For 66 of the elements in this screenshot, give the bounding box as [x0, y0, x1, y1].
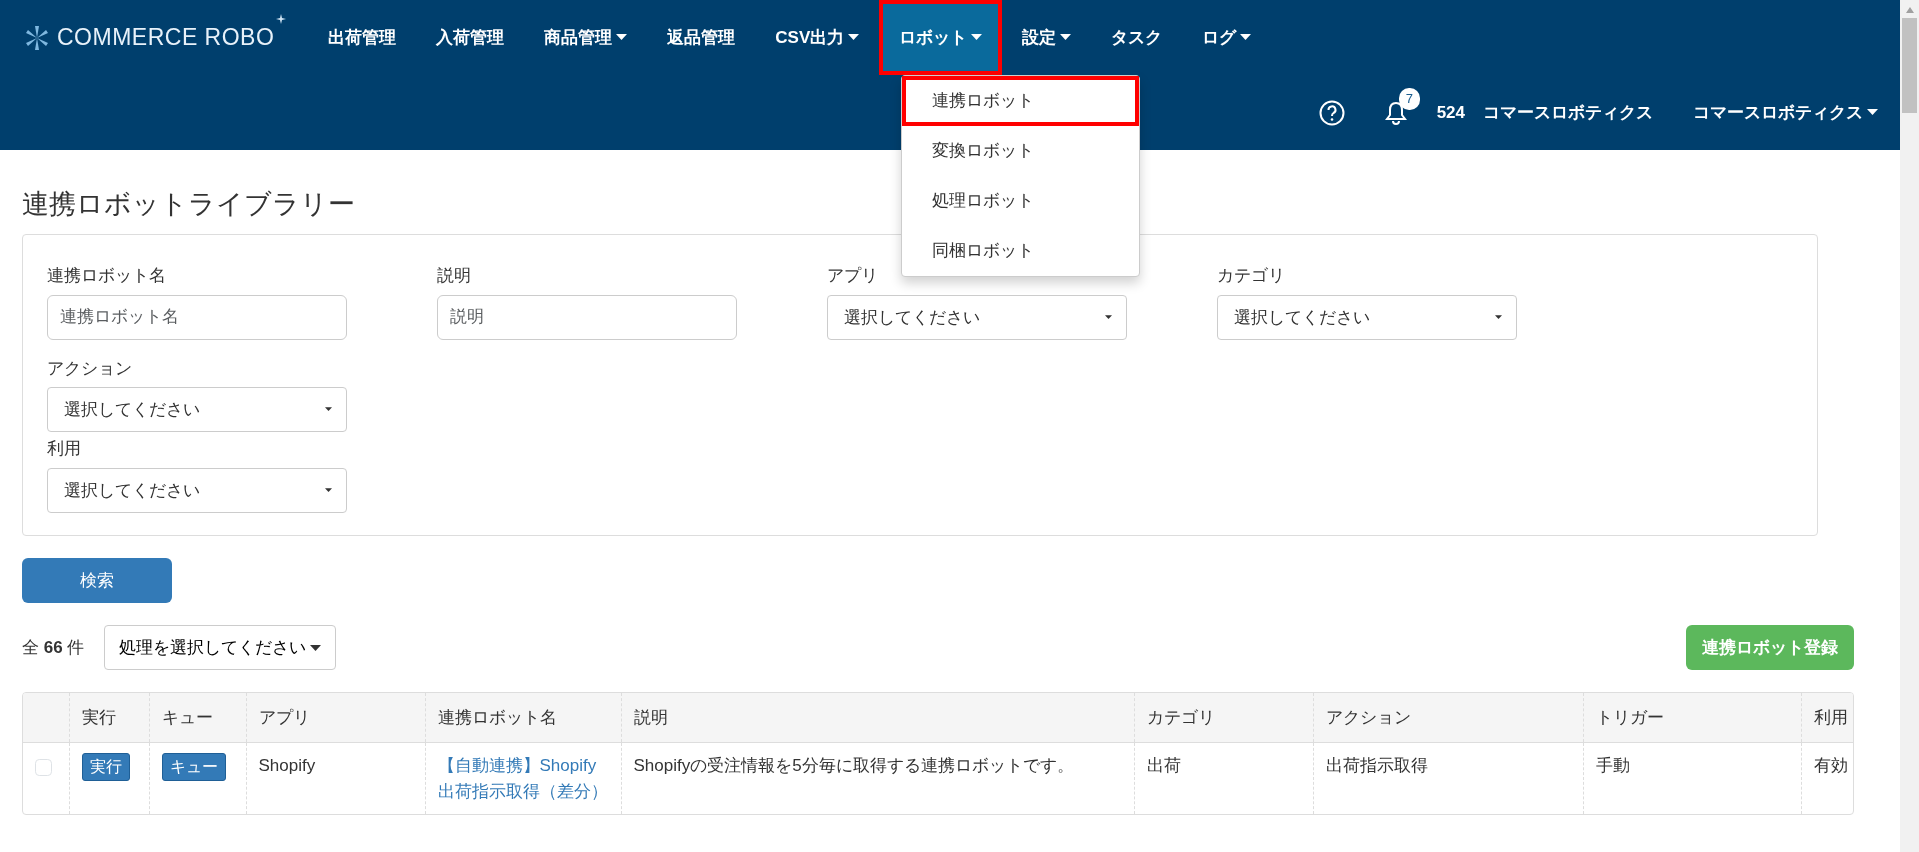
notification-badge: 7 — [1398, 88, 1420, 110]
robot-name-link[interactable]: 【自動連携】Shopify 出荷指示取得（差分） — [437, 753, 609, 805]
column-header: カテゴリ — [1134, 692, 1313, 743]
nav-link[interactable]: ロボット — [879, 0, 1003, 75]
caret-icon — [325, 407, 332, 413]
select-field[interactable]: 選択してください — [1217, 294, 1517, 340]
user-menu[interactable]: コマースロボティクス — [1693, 99, 1878, 126]
caret-icon — [1105, 314, 1112, 320]
caret-icon — [325, 487, 332, 493]
input-field[interactable]: 説明 — [437, 294, 737, 340]
nav-link[interactable]: ログ — [1182, 0, 1272, 75]
table-cell: 出荷指示取得 — [1313, 742, 1583, 815]
table-cell: Shopify — [246, 742, 425, 815]
dropdown-item[interactable]: 処理ロボット — [902, 176, 1139, 226]
field-label: 連携ロボット名 — [47, 265, 167, 288]
nav-link[interactable]: 入荷管理 — [416, 0, 525, 75]
field-label: アプリ — [827, 265, 879, 288]
column-header: 連携ロボット名 — [425, 692, 621, 743]
queue-button[interactable]: キュー — [161, 753, 226, 782]
select-field[interactable]: 選択してください — [47, 467, 347, 513]
run-button[interactable]: 実行 — [81, 753, 130, 782]
column-header: キュー — [149, 692, 246, 743]
nav-link[interactable]: CSV出力 — [755, 0, 880, 75]
table-cell: 手動 — [1583, 742, 1801, 815]
account-id: 524 — [1436, 101, 1465, 124]
caret-icon — [1495, 314, 1502, 320]
sparkle-icon — [276, 14, 287, 25]
column-header: トリガー — [1583, 692, 1801, 743]
field-label: 説明 — [437, 265, 472, 288]
nav-link[interactable]: 出荷管理 — [308, 0, 417, 75]
column-header: アプリ — [246, 692, 425, 743]
nav-link[interactable]: 返品管理 — [647, 0, 756, 75]
dropdown-item[interactable]: 同梱ロボット — [902, 226, 1139, 276]
column-header: 実行 — [69, 692, 149, 743]
search-button[interactable]: 検索 — [22, 557, 172, 603]
account-name: コマースロボティクス — [1483, 101, 1653, 124]
dropdown-item[interactable]: 変換ロボット — [902, 126, 1139, 176]
help-icon[interactable] — [1318, 99, 1345, 126]
total-count: 全 66 件 — [22, 636, 85, 659]
table-cell: 出荷 — [1134, 742, 1313, 815]
caret-icon — [310, 644, 322, 652]
column-header: アクション — [1313, 692, 1583, 743]
table-cell: 有効 — [1801, 742, 1853, 815]
dropdown-item[interactable]: 連携ロボット — [902, 76, 1139, 126]
logo-icon — [25, 24, 49, 51]
scroll-thumb[interactable] — [1902, 18, 1917, 113]
table-cell: Shopifyの受注情報を5分毎に取得する連携ロボットです。 — [621, 742, 1134, 815]
caret-icon — [1867, 109, 1878, 116]
select-field[interactable]: 選択してください — [827, 294, 1127, 340]
column-header: 説明 — [621, 692, 1134, 743]
bell-icon[interactable] — [1384, 100, 1407, 125]
select-field[interactable]: 選択してください — [47, 387, 347, 433]
column-header: 利用 — [1801, 692, 1853, 743]
field-label: 利用 — [47, 438, 82, 461]
scroll-up-icon[interactable] — [1904, 6, 1915, 14]
scrollbar[interactable] — [1900, 0, 1919, 852]
nav-link[interactable]: 商品管理 — [524, 0, 648, 75]
bulk-action-select[interactable]: 処理を選択してください — [104, 624, 337, 670]
page-title: 連携ロボットライブラリー — [22, 188, 355, 221]
field-label: アクション — [47, 357, 133, 380]
nav-link[interactable]: タスク — [1091, 0, 1183, 75]
input-field[interactable]: 連携ロボット名 — [47, 294, 347, 340]
logo-text[interactable]: COMMERCE ROBO — [57, 20, 275, 55]
field-label: カテゴリ — [1217, 265, 1286, 288]
nav-link[interactable]: 設定 — [1002, 0, 1092, 75]
row-checkbox[interactable] — [35, 759, 52, 777]
